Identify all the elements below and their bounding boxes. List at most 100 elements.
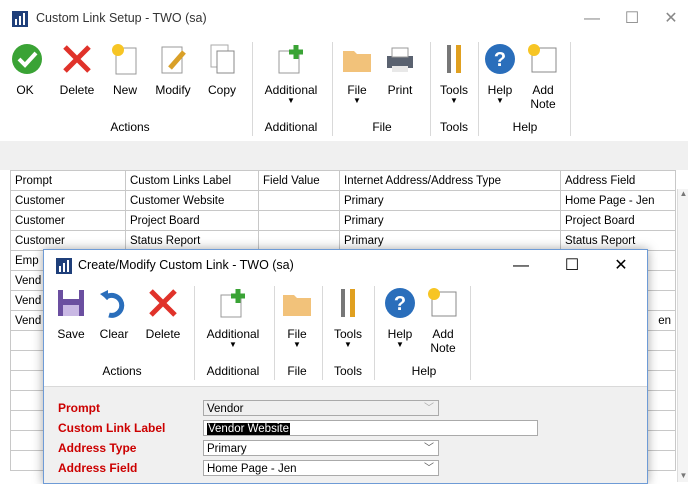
cell[interactable]: Status Report: [125, 230, 259, 251]
new-label: New: [112, 83, 137, 97]
delete-button[interactable]: Delete: [54, 42, 100, 97]
window-title: Custom Link Setup - TWO (sa): [36, 11, 207, 25]
save-button[interactable]: Save: [54, 286, 88, 341]
cell[interactable]: Project Board: [125, 210, 259, 231]
edit-document-icon: [161, 46, 186, 74]
address-field-label: Address Field: [58, 461, 138, 475]
copy-icon: [210, 44, 235, 74]
column-header-address-field[interactable]: Address Field: [560, 170, 676, 191]
dialog-group-actions-label: Actions: [102, 364, 142, 378]
dialog-file-label: File: [287, 327, 307, 341]
file-label: File: [347, 83, 367, 97]
table-row[interactable]: Customer Status Report Primary Status Repor…: [10, 230, 676, 251]
chevron-down-icon: ﹀: [424, 463, 434, 474]
grid-vertical-scrollbar[interactable]: ▲ ▼: [677, 189, 688, 482]
printer-icon: [387, 47, 413, 72]
folder-icon: [283, 295, 311, 316]
ribbon-divider: [374, 286, 375, 380]
cell[interactable]: [258, 210, 340, 231]
address-type-label: Address Type: [58, 441, 137, 455]
dialog-add-note-label-2: Note: [430, 341, 456, 355]
dialog-help-button[interactable]: ? Help ▼: [382, 286, 418, 349]
dialog-file-button[interactable]: File ▼: [280, 286, 314, 349]
dialog-minimize-button[interactable]: —: [506, 255, 536, 277]
table-row[interactable]: Customer Customer Website Primary Home Page…: [10, 190, 676, 211]
additional-icon: [220, 289, 245, 318]
ribbon-divider: [430, 42, 431, 136]
prompt-label: Prompt: [58, 401, 100, 415]
group-help-label: Help: [512, 120, 538, 134]
modify-button[interactable]: Modify: [150, 42, 196, 97]
scroll-down-icon[interactable]: ▼: [678, 471, 688, 480]
copy-label: Copy: [207, 83, 236, 97]
cell[interactable]: [258, 230, 340, 251]
dialog-title: Create/Modify Custom Link - TWO (sa): [78, 258, 294, 272]
help-question-icon: ?: [485, 44, 515, 74]
address-type-dropdown[interactable]: Primary ﹀: [203, 440, 439, 456]
chevron-down-icon: ﹀: [424, 443, 434, 454]
column-header-prompt[interactable]: Prompt: [10, 170, 126, 191]
tools-label: Tools: [439, 83, 468, 97]
column-header-field-value[interactable]: Field Value: [258, 170, 340, 191]
address-field-dropdown[interactable]: Home Page - Jen ﹀: [203, 460, 439, 476]
prompt-dropdown[interactable]: Vendor ﹀: [203, 400, 439, 416]
help-label: Help: [487, 83, 513, 97]
prompt-value: Vendor: [207, 403, 244, 415]
dialog-maximize-button[interactable]: ☐: [557, 255, 587, 277]
dialog-additional-button[interactable]: Additional ▼: [198, 286, 268, 349]
delete-x-icon: [63, 45, 91, 73]
ok-button[interactable]: OK: [10, 42, 42, 97]
ribbon-divider: [470, 286, 471, 380]
dialog-group-file-label: File: [287, 364, 307, 378]
print-button[interactable]: Print: [380, 42, 420, 97]
column-header-custom-links-label[interactable]: Custom Links Label: [125, 170, 259, 191]
cell[interactable]: Customer Website: [125, 190, 259, 211]
close-button[interactable]: ✕: [656, 8, 686, 30]
help-button[interactable]: ? Help ▼: [482, 42, 518, 105]
ribbon-divider: [570, 42, 571, 136]
dialog-additional-label: Additional: [206, 327, 260, 341]
cell[interactable]: Primary: [339, 230, 561, 251]
minimize-button[interactable]: —: [577, 8, 607, 30]
tools-button[interactable]: Tools ▼: [434, 42, 474, 105]
custom-link-form: Prompt Vendor ﹀ Custom Link Label Vendor…: [44, 387, 647, 483]
additional-button[interactable]: Additional ▼: [256, 42, 326, 105]
custom-link-label-input[interactable]: Vendor Website: [203, 420, 538, 436]
group-additional-label: Additional: [264, 120, 318, 134]
dialog-delete-button[interactable]: Delete: [140, 286, 186, 341]
cell[interactable]: Customer: [10, 190, 126, 211]
toolbar-spacer: [0, 141, 688, 170]
ribbon-divider: [332, 42, 333, 136]
custom-link-label-label: Custom Link Label: [58, 421, 166, 435]
group-actions-label: Actions: [110, 120, 150, 134]
dialog-add-note-button[interactable]: Add Note: [422, 286, 464, 355]
group-tools-label: Tools: [439, 120, 468, 134]
cell[interactable]: Primary: [339, 210, 561, 231]
note-icon: [428, 288, 457, 317]
cell[interactable]: Home Page - Jen: [560, 190, 676, 211]
column-header-internet-address[interactable]: Internet Address/Address Type: [339, 170, 561, 191]
cell[interactable]: [258, 190, 340, 211]
tools-icon: [341, 289, 355, 317]
new-document-icon: [112, 44, 137, 75]
cell[interactable]: Primary: [339, 190, 561, 211]
cell[interactable]: Status Report: [560, 230, 676, 251]
chevron-down-icon: ▼: [396, 340, 404, 349]
note-icon: [528, 44, 557, 73]
cell[interactable]: Customer: [10, 210, 126, 231]
cell[interactable]: Customer: [10, 230, 126, 251]
clear-button[interactable]: Clear: [96, 286, 132, 341]
file-button[interactable]: File ▼: [340, 42, 374, 105]
dialog-group-additional-label: Additional: [206, 364, 260, 378]
dialog-tools-button[interactable]: Tools ▼: [328, 286, 368, 349]
add-note-button[interactable]: Add Note: [522, 42, 564, 111]
cell[interactable]: Project Board: [560, 210, 676, 231]
maximize-button[interactable]: ☐: [617, 8, 647, 30]
new-button[interactable]: New: [108, 42, 142, 97]
copy-button[interactable]: Copy: [204, 42, 240, 97]
group-file-label: File: [372, 120, 392, 134]
dialog-close-button[interactable]: ✕: [606, 255, 636, 277]
main-ribbon: OK Delete New Modify Copy Actions Additi…: [0, 38, 688, 142]
scroll-up-icon[interactable]: ▲: [678, 189, 688, 198]
table-row[interactable]: Customer Project Board Primary Project Boar…: [10, 210, 676, 231]
